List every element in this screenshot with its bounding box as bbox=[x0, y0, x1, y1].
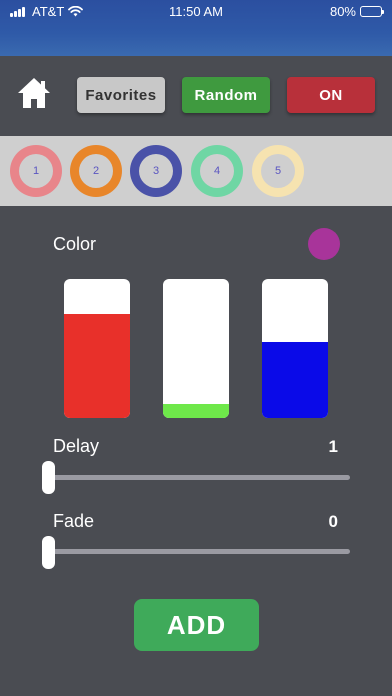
green-channel-slider[interactable] bbox=[163, 279, 229, 418]
fade-slider-thumb[interactable] bbox=[42, 536, 55, 569]
home-icon[interactable] bbox=[16, 76, 52, 110]
delay-slider-track[interactable] bbox=[48, 475, 350, 480]
green-channel-fill bbox=[163, 404, 229, 418]
blue-channel-slider[interactable] bbox=[262, 279, 328, 418]
preset-4[interactable]: 4 bbox=[191, 145, 243, 197]
on-button[interactable]: ON bbox=[287, 77, 375, 113]
toolbar: Favorites Random ON bbox=[0, 56, 392, 136]
battery-group: 80% bbox=[329, 4, 384, 19]
delay-label: Delay bbox=[53, 436, 100, 456]
status-bar: AT&T 11:50 AM 80% bbox=[0, 0, 392, 56]
random-button[interactable]: Random bbox=[182, 77, 270, 113]
favorites-button[interactable]: Favorites bbox=[77, 77, 165, 113]
preset-label: 1 bbox=[32, 165, 40, 177]
fade-slider-track[interactable] bbox=[48, 549, 350, 554]
red-channel-slider[interactable] bbox=[64, 279, 130, 418]
delay-value: 1 bbox=[328, 437, 338, 456]
preset-label: 3 bbox=[152, 165, 160, 177]
current-color-swatch bbox=[308, 228, 340, 260]
preset-label: 5 bbox=[274, 165, 282, 177]
red-channel-fill bbox=[64, 313, 130, 418]
battery-percent: 80% bbox=[329, 4, 356, 19]
preset-1[interactable]: 1 bbox=[10, 145, 62, 197]
preset-label: 2 bbox=[92, 165, 100, 177]
fade-label: Fade bbox=[53, 511, 95, 531]
fade-value: 0 bbox=[328, 512, 338, 531]
battery-icon bbox=[360, 6, 384, 17]
presets-strip: 1 2 3 4 5 bbox=[0, 136, 392, 206]
preset-3[interactable]: 3 bbox=[130, 145, 182, 197]
preset-2[interactable]: 2 bbox=[70, 145, 122, 197]
preset-label: 4 bbox=[213, 165, 221, 177]
add-button[interactable]: ADD bbox=[134, 599, 259, 651]
color-label: Color bbox=[53, 234, 97, 254]
blue-channel-fill bbox=[262, 341, 328, 418]
preset-5[interactable]: 5 bbox=[252, 145, 304, 197]
delay-slider-thumb[interactable] bbox=[42, 461, 55, 494]
